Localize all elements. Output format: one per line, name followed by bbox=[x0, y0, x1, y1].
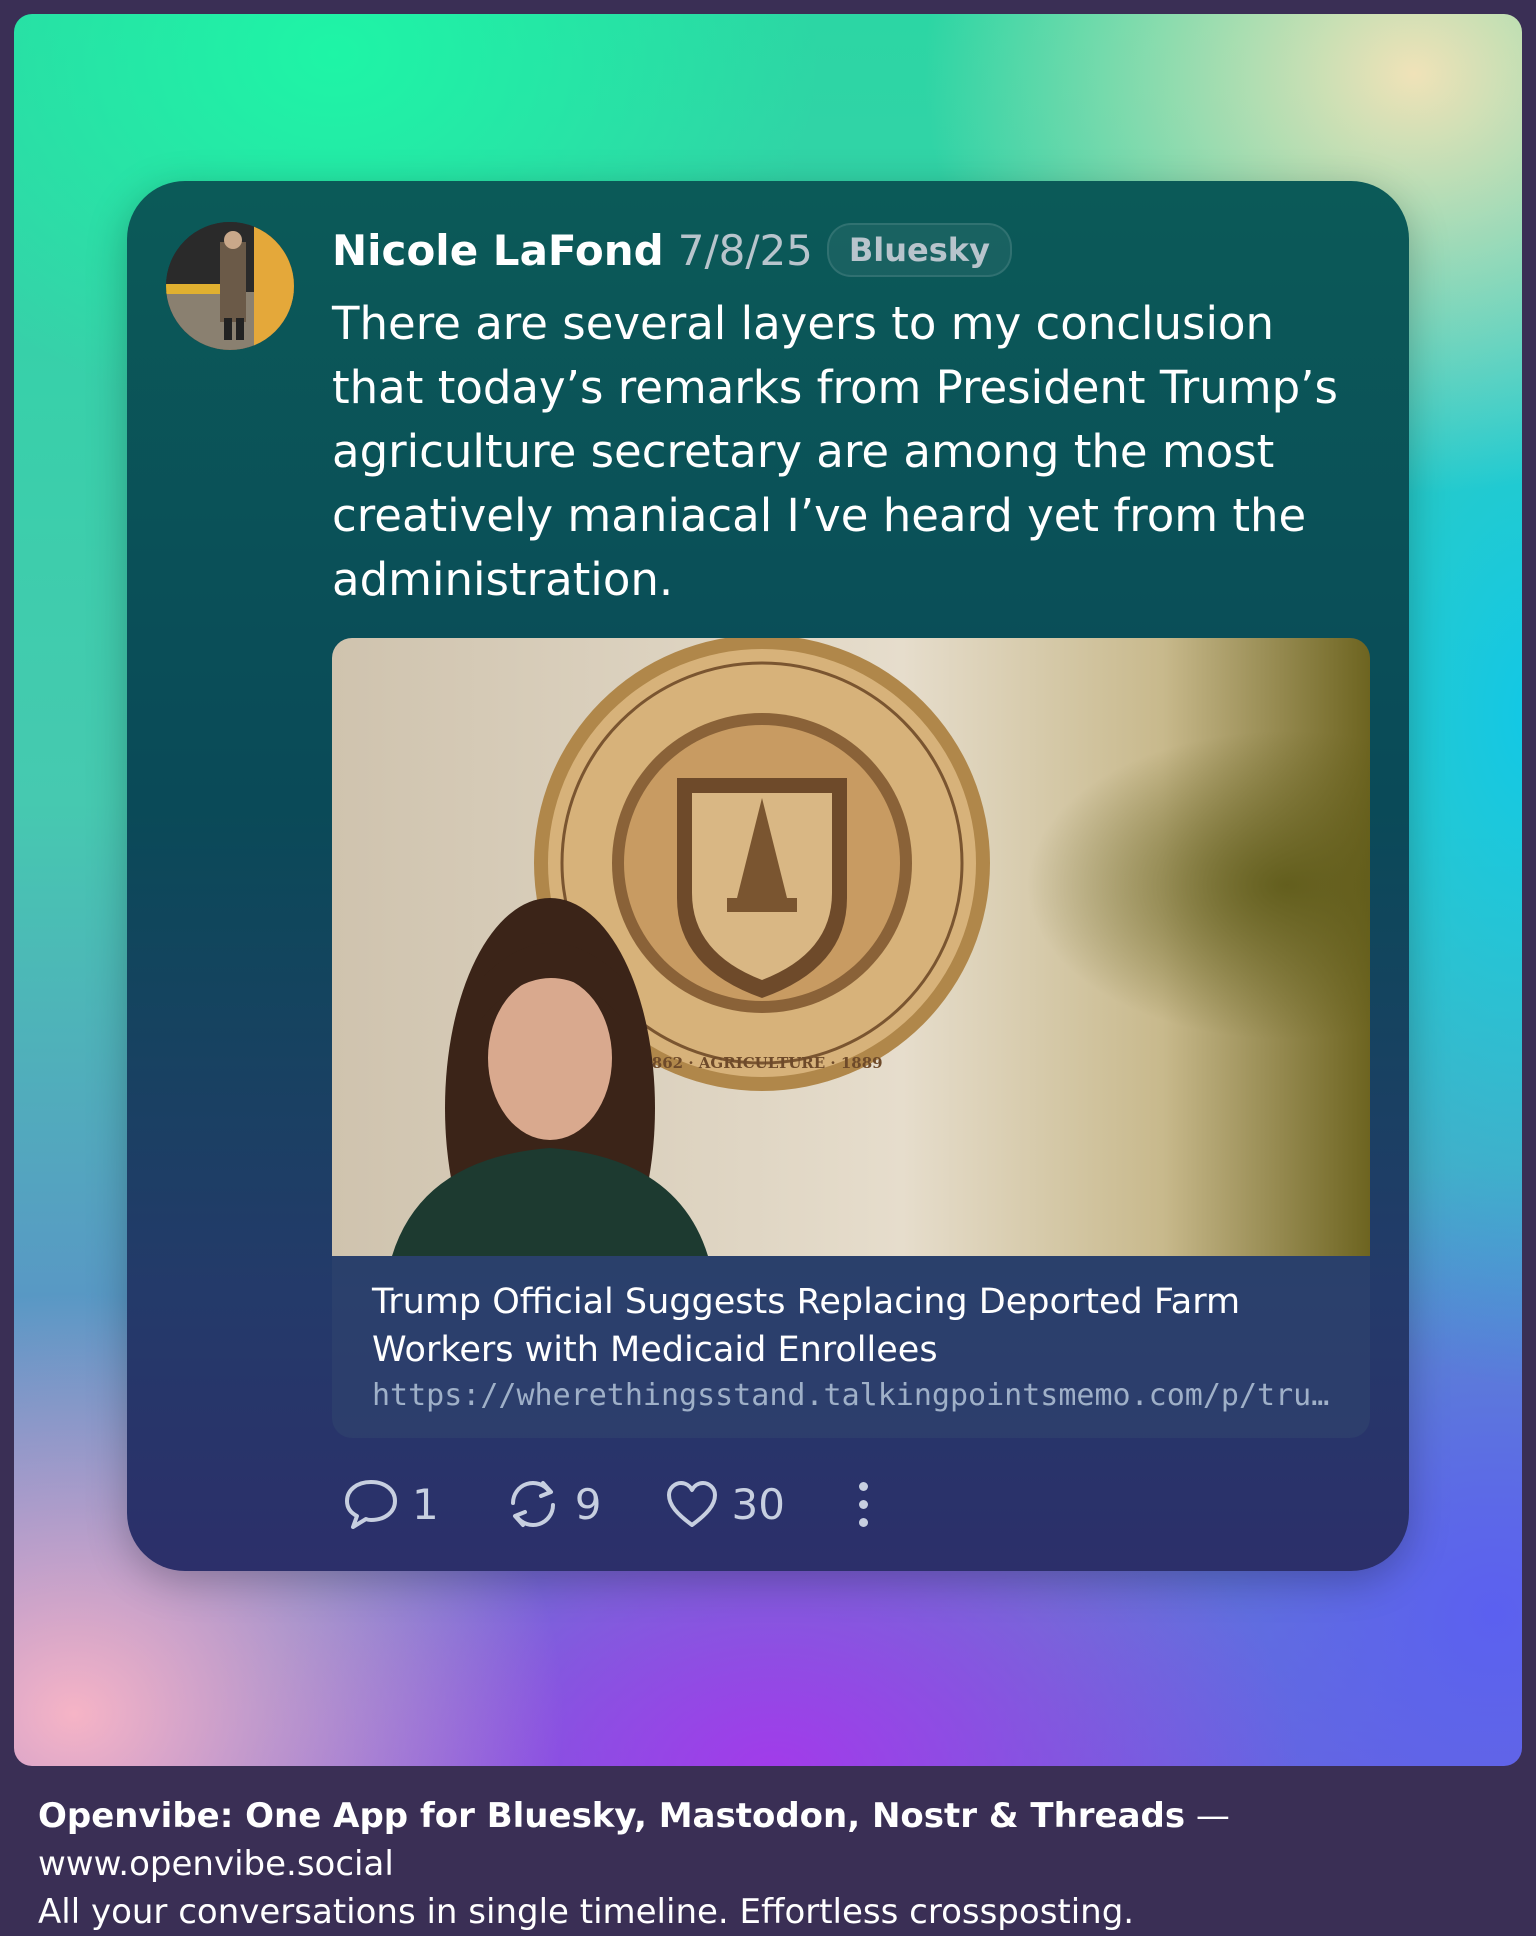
footer-line-1: Openvibe: One App for Bluesky, Mastodon,… bbox=[38, 1792, 1508, 1888]
footer-separator: — bbox=[1185, 1796, 1230, 1836]
post-header: Nicole LaFond 7/8/25 Bluesky bbox=[332, 218, 1012, 282]
repost-arrows-icon bbox=[510, 1481, 555, 1527]
author-name[interactable]: Nicole LaFond bbox=[332, 226, 664, 275]
like-button[interactable]: 30 bbox=[665, 1479, 785, 1529]
reply-count: 1 bbox=[412, 1479, 439, 1529]
link-url[interactable]: https://wherethingsstand.talkingpointsme… bbox=[372, 1378, 1332, 1413]
footer-tagline: All your conversations in single timelin… bbox=[38, 1892, 1135, 1932]
link-title[interactable]: Trump Official Suggests Replacing Deport… bbox=[372, 1278, 1332, 1374]
avatar-photo bbox=[166, 222, 294, 350]
footer-site-link[interactable]: www.openvibe.social bbox=[38, 1844, 394, 1884]
reply-button[interactable]: 1 bbox=[342, 1477, 439, 1531]
author-avatar[interactable] bbox=[166, 222, 294, 350]
post-text: There are several layers to my conclusio… bbox=[332, 297, 1338, 606]
heart-icon bbox=[667, 1481, 718, 1527]
more-options-button[interactable] bbox=[849, 1481, 878, 1527]
comment-bubble-icon bbox=[345, 1480, 397, 1529]
repost-button[interactable]: 9 bbox=[503, 1477, 602, 1531]
svg-text:1862 · AGRICULTURE · 1889: 1862 · AGRICULTURE · 1889 bbox=[641, 1054, 882, 1072]
post-date[interactable]: 7/8/25 bbox=[678, 226, 813, 275]
link-preview-image: 1862 · AGRICULTURE · 1889 bbox=[332, 638, 1370, 1256]
link-preview-card[interactable]: 1862 · AGRICULTURE · 1889 Trump Official… bbox=[332, 638, 1370, 1438]
footer-brand: Openvibe: One App for Bluesky, Mastodon,… bbox=[38, 1796, 1186, 1836]
more-vertical-icon bbox=[858, 1481, 868, 1491]
post-actions: 1 9 30 bbox=[342, 1474, 878, 1534]
repost-count: 9 bbox=[574, 1479, 602, 1529]
like-count: 30 bbox=[731, 1479, 785, 1529]
platform-badge: Bluesky bbox=[826, 223, 1012, 277]
promo-footer: Openvibe: One App for Bluesky, Mastodon,… bbox=[38, 1792, 1508, 1936]
